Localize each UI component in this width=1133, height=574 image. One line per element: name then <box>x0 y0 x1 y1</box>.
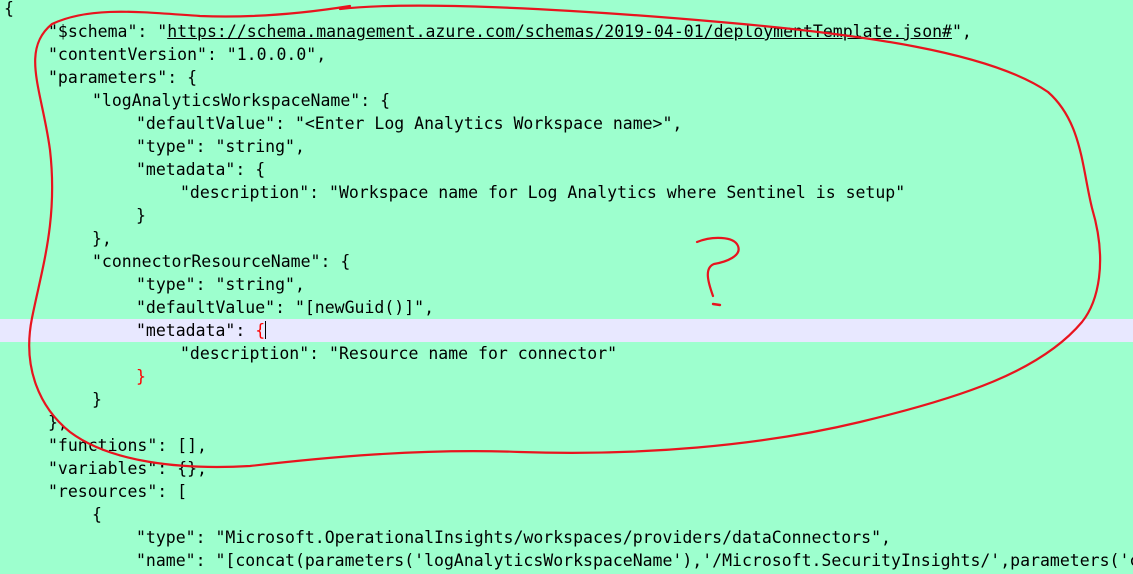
code-token: "type": "Microsoft.OperationalInsights/w… <box>136 528 891 547</box>
code-token: "description": "Resource name for connec… <box>180 344 618 363</box>
code-token: "parameters": { <box>48 68 198 87</box>
code-line[interactable]: "description": "Workspace name for Log A… <box>0 181 1133 204</box>
code-line[interactable]: } <box>0 204 1133 227</box>
code-token: "metadata": { <box>136 160 266 179</box>
code-line[interactable]: "name": "[concat(parameters('logAnalytic… <box>0 549 1133 572</box>
code-token: ", <box>952 22 972 41</box>
code-line[interactable]: "type": "string", <box>0 273 1133 296</box>
code-line[interactable]: "metadata": { <box>0 319 1133 342</box>
code-token: "metadata": <box>136 321 256 340</box>
code-token: "logAnalyticsWorkspaceName": { <box>92 91 391 110</box>
code-line[interactable]: }, <box>0 411 1133 434</box>
code-line[interactable]: "parameters": { <box>0 66 1133 89</box>
code-token: "functions": [], <box>48 436 207 455</box>
code-token: "contentVersion": "1.0.0.0", <box>48 45 327 64</box>
code-token: } <box>136 206 146 225</box>
code-line[interactable]: "variables": {}, <box>0 457 1133 480</box>
code-line[interactable]: } <box>0 365 1133 388</box>
code-token: "defaultValue": "[newGuid()]", <box>136 298 435 317</box>
code-line[interactable]: { <box>0 503 1133 526</box>
matched-brace: } <box>136 367 146 386</box>
code-token: "name": "[concat(parameters('logAnalytic… <box>136 551 1133 570</box>
code-token: }, <box>92 229 112 248</box>
code-line[interactable]: "defaultValue": "[newGuid()]", <box>0 296 1133 319</box>
code-line[interactable]: }, <box>0 227 1133 250</box>
code-token: "resources": [ <box>48 482 188 501</box>
code-line[interactable]: "type": "string", <box>0 135 1133 158</box>
code-token: "$schema": " <box>48 22 168 41</box>
code-token: "connectorResourceName": { <box>92 252 351 271</box>
code-line[interactable]: "$schema": "https://schema.management.az… <box>0 20 1133 43</box>
code-token: { <box>92 505 102 524</box>
code-line[interactable]: { <box>0 0 1133 20</box>
code-line[interactable]: "description": "Resource name for connec… <box>0 342 1133 365</box>
code-token: }, <box>48 413 68 432</box>
code-token: { <box>4 0 14 18</box>
code-line[interactable]: "contentVersion": "1.0.0.0", <box>0 43 1133 66</box>
text-caret <box>265 321 267 339</box>
code-token: "type": "string", <box>136 275 305 294</box>
code-token: "description": "Workspace name for Log A… <box>180 183 906 202</box>
code-token: "variables": {}, <box>48 459 207 478</box>
code-line[interactable]: "type": "Microsoft.OperationalInsights/w… <box>0 526 1133 549</box>
code-line[interactable]: "defaultValue": "<Enter Log Analytics Wo… <box>0 112 1133 135</box>
code-editor[interactable]: { "$schema": "https://schema.management.a… <box>0 0 1133 574</box>
code-line[interactable]: "metadata": { <box>0 158 1133 181</box>
matched-brace: { <box>255 321 266 340</box>
code-token: "defaultValue": "<Enter Log Analytics Wo… <box>136 114 683 133</box>
code-line[interactable]: "functions": [], <box>0 434 1133 457</box>
code-line[interactable]: "resources": [ <box>0 480 1133 503</box>
code-token: } <box>92 390 102 409</box>
code-token: "type": "string", <box>136 137 305 156</box>
schema-link[interactable]: https://schema.management.azure.com/sche… <box>167 22 952 41</box>
code-line[interactable]: } <box>0 388 1133 411</box>
code-line[interactable]: "connectorResourceName": { <box>0 250 1133 273</box>
code-line[interactable]: "logAnalyticsWorkspaceName": { <box>0 89 1133 112</box>
